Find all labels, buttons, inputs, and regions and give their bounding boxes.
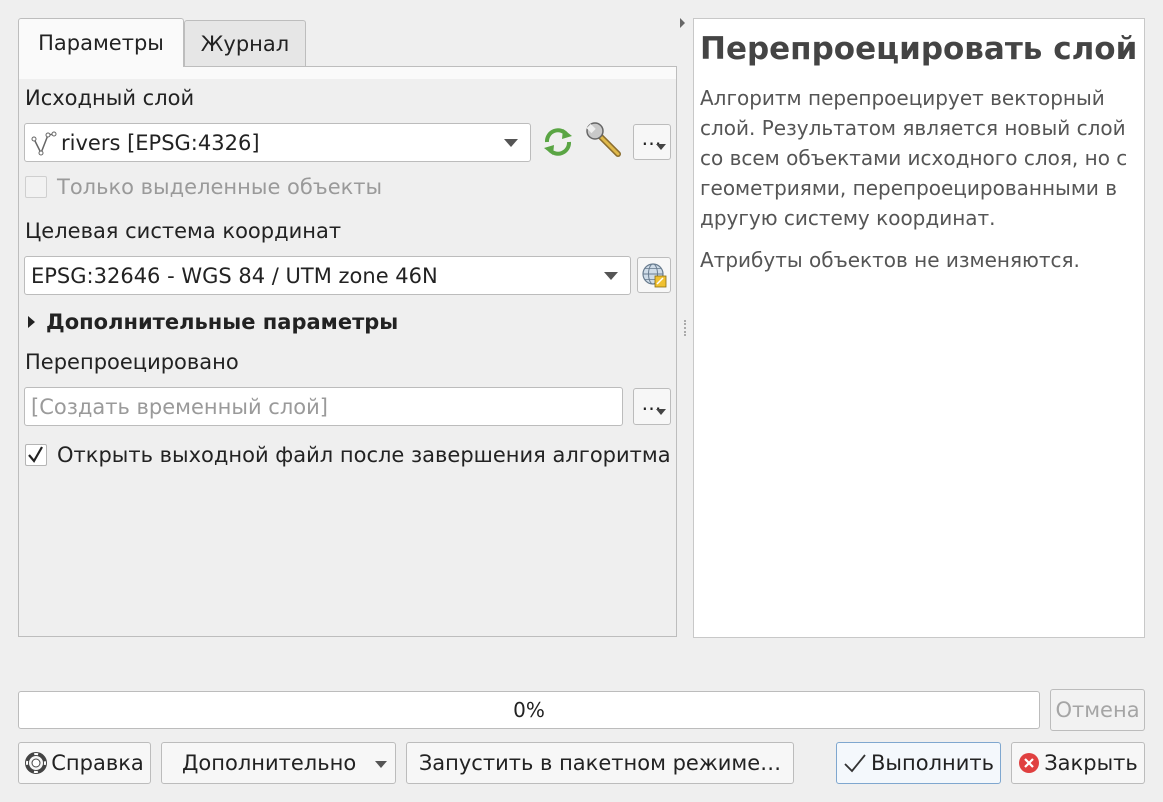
close-button[interactable]: Закрыть	[1011, 742, 1145, 784]
chevron-down-icon	[656, 144, 666, 150]
globe-crs-icon	[642, 263, 667, 288]
tab-parameters-label: Параметры	[38, 31, 164, 55]
help-label: Справка	[51, 751, 144, 775]
chevron-down-icon	[504, 138, 518, 147]
selected-only-checkbox[interactable]	[25, 176, 47, 198]
batch-label: Запустить в пакетном режиме…	[418, 751, 782, 775]
help-panel: Перепроецировать слой Алгоритм перепроец…	[693, 18, 1145, 638]
run-label: Выполнить	[871, 751, 994, 775]
wrench-icon	[586, 122, 621, 157]
input-layer-label: Исходный слой	[25, 86, 195, 110]
tab-log-label: Журнал	[200, 31, 290, 56]
checkmark-icon	[844, 754, 866, 773]
open-output-label: Открыть выходной файл после завершения а…	[57, 443, 671, 467]
chevron-down-icon	[656, 409, 666, 415]
layer-settings-button[interactable]	[585, 121, 625, 161]
output-placeholder: [Создать временный слой]	[31, 394, 328, 419]
target-crs-value: EPSG:32646 - WGS 84 / UTM zone 46N	[31, 263, 438, 288]
chevron-down-icon	[375, 761, 387, 768]
output-label: Перепроецировано	[25, 350, 239, 374]
checkmark-icon	[28, 446, 43, 463]
output-field[interactable]: [Создать временный слой]	[24, 387, 623, 426]
target-crs-label: Целевая система координат	[25, 219, 342, 243]
advanced-label: Дополнительно	[182, 751, 357, 775]
help-paragraph-1: Алгоритм перепроецирует векторный слой. …	[700, 86, 1128, 230]
input-layer-value: rivers [EPSG:4326]	[61, 130, 260, 155]
batch-button[interactable]: Запустить в пакетном режиме…	[406, 742, 794, 784]
open-output-checkbox[interactable]	[25, 444, 47, 466]
cancel-button[interactable]: Отмена	[1050, 689, 1145, 731]
lifebuoy-icon	[25, 752, 48, 774]
line-layer-icon	[31, 131, 57, 155]
tab-parameters[interactable]: Параметры	[18, 18, 184, 67]
close-circle-icon	[1019, 753, 1040, 773]
target-crs-combo[interactable]: EPSG:32646 - WGS 84 / UTM zone 46N	[24, 256, 631, 295]
close-label: Закрыть	[1044, 751, 1138, 775]
progress-text: 0%	[513, 698, 545, 722]
help-paragraph-2: Атрибуты объектов не изменяются.	[700, 248, 1080, 272]
iterate-button[interactable]	[539, 124, 577, 160]
help-button[interactable]: Справка	[18, 742, 151, 784]
input-layer-combo[interactable]: rivers [EPSG:4326]	[24, 123, 531, 162]
splitter-handle[interactable]	[684, 320, 686, 336]
collapse-arrow-icon[interactable]	[680, 18, 685, 28]
run-button[interactable]: Выполнить	[836, 742, 1001, 784]
input-layer-browse-button[interactable]: …	[633, 124, 671, 160]
crs-select-button[interactable]	[637, 257, 671, 293]
advanced-button[interactable]: Дополнительно	[161, 742, 396, 784]
selected-only-label: Только выделенные объекты	[57, 175, 383, 199]
panel-top-strip	[19, 67, 676, 79]
advanced-parameters-toggle[interactable]: Дополнительные параметры	[46, 310, 398, 334]
chevron-right-icon[interactable]	[28, 316, 35, 328]
output-browse-button[interactable]: …	[633, 388, 671, 425]
tab-log[interactable]: Журнал	[184, 20, 306, 66]
cancel-label: Отмена	[1055, 698, 1140, 722]
help-title: Перепроецировать слой	[700, 31, 1138, 67]
chevron-down-icon	[604, 271, 618, 280]
iterate-icon	[544, 128, 572, 156]
progress-bar: 0%	[18, 691, 1040, 729]
